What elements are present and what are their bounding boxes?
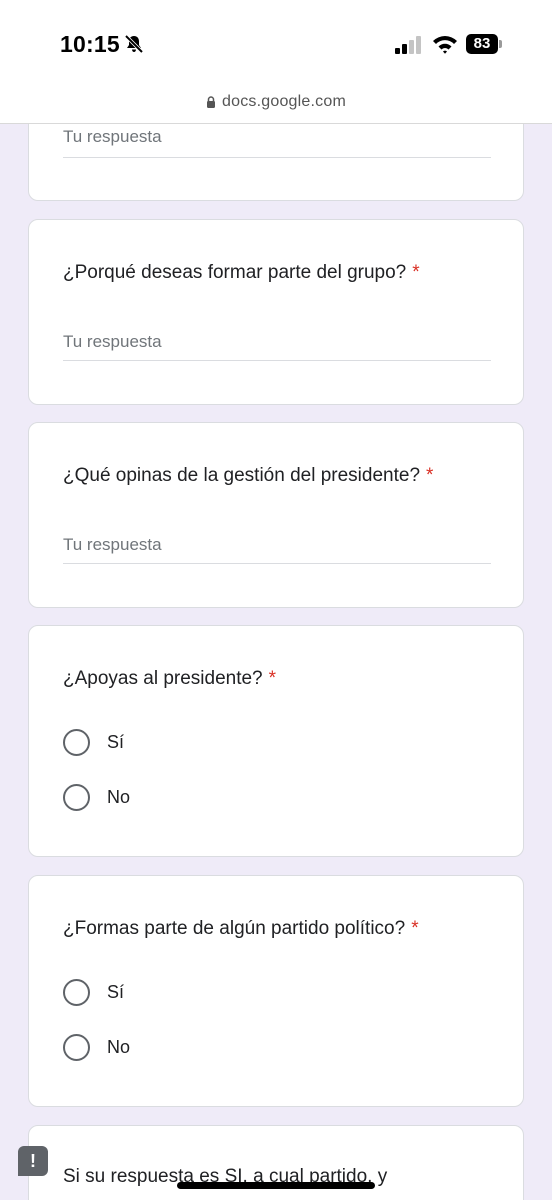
radio-label: Sí [107,981,125,1002]
battery-indicator: 83 [466,34,502,54]
question-card-support: ¿Apoyas al presidente? * Sí No [28,625,524,857]
radio-button[interactable] [63,728,90,756]
question-text: ¿Apoyas al presidente? [63,668,263,689]
question-title: ¿Formas parte de algún partido político?… [63,918,419,940]
radio-button[interactable] [63,783,90,811]
lock-icon [207,95,216,108]
question-card-opinion: ¿Qué opinas de la gestión del presidente… [28,422,524,608]
answer-input[interactable]: Tu respuesta [63,332,162,352]
url-text: docs.google.com [222,92,346,110]
question-card-partial: Tu respuesta [28,124,524,201]
required-marker: * [411,918,419,939]
required-marker: * [268,668,277,689]
question-title: ¿Apoyas al presidente? * [63,668,276,690]
radio-label: No [107,786,131,807]
answer-underline [63,563,491,564]
required-marker: * [426,465,434,486]
status-bar: 10:15 83 [0,0,552,80]
question-card-party: ¿Formas parte de algún partido político?… [28,875,524,1107]
question-card-motivation: ¿Porqué deseas formar parte del grupo? * … [28,219,524,405]
radio-option-si[interactable]: Sí [63,728,124,756]
radio-button[interactable] [63,978,90,1006]
form-area: Tu respuesta ¿Porqué deseas formar parte… [0,124,552,1200]
answer-underline [63,157,491,158]
question-title: ¿Qué opinas de la gestión del presidente… [63,465,433,487]
address-bar[interactable]: docs.google.com [0,80,552,124]
battery-level: 83 [466,34,498,54]
radio-label: Sí [107,731,125,752]
question-text: ¿Porqué deseas formar parte del grupo? [63,262,407,283]
radio-option-si[interactable]: Sí [63,978,124,1006]
answer-input-partial[interactable]: Tu respuesta [63,127,162,147]
battery-tip [499,40,502,48]
radio-option-no[interactable]: No [63,783,130,811]
report-problem-icon[interactable]: ! [18,1146,48,1176]
question-text: ¿Qué opinas de la gestión del presidente… [63,465,421,486]
answer-underline [63,360,491,361]
radio-button[interactable] [63,1033,90,1061]
radio-option-no[interactable]: No [63,1033,130,1061]
status-time: 10:15 [60,31,120,57]
answer-input[interactable]: Tu respuesta [63,535,162,555]
required-marker: * [412,262,420,283]
wifi-icon [433,36,457,54]
bell-slash-icon [124,34,144,54]
question-text: ¿Formas parte de algún partido político? [63,918,406,939]
question-title: ¿Porqué deseas formar parte del grupo? * [63,262,420,284]
radio-label: No [107,1036,131,1057]
cellular-signal-icon [395,36,421,54]
home-indicator[interactable] [177,1182,375,1189]
